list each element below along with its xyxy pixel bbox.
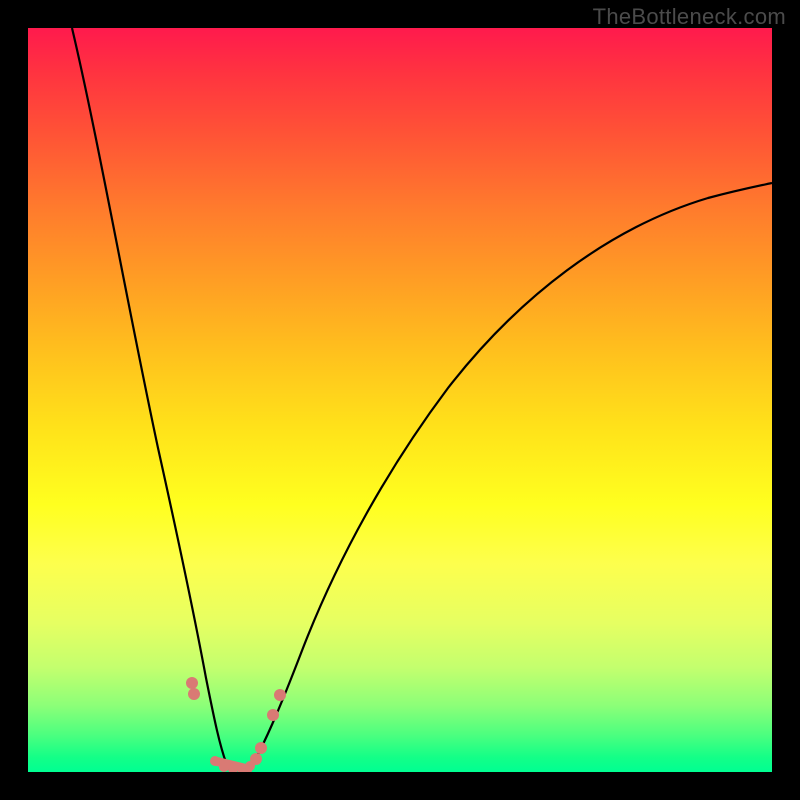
marker-dot xyxy=(255,742,267,754)
marker-dot xyxy=(267,709,279,721)
chart-svg xyxy=(28,28,772,772)
marker-dot xyxy=(210,756,220,766)
watermark-text: TheBottleneck.com xyxy=(593,4,786,30)
marker-dot xyxy=(186,677,198,689)
chart-frame: TheBottleneck.com xyxy=(0,0,800,800)
marker-dot xyxy=(274,689,286,701)
marker-dot xyxy=(250,753,262,765)
right-curve xyxy=(248,183,772,772)
marker-dot xyxy=(188,688,200,700)
left-curve xyxy=(72,28,234,772)
marker-dot xyxy=(219,762,229,772)
plot-area xyxy=(28,28,772,772)
